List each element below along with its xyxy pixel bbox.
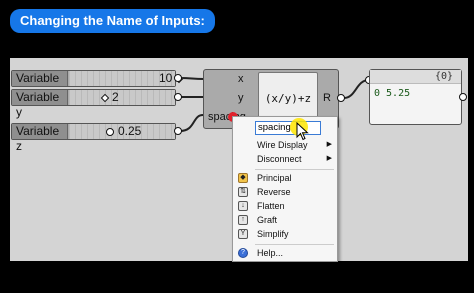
menu-item-help[interactable]: ? Help... [233, 246, 337, 260]
slider-label: Variable z [12, 124, 68, 153]
menu-item-label: Simplify [257, 229, 289, 239]
input-name-field[interactable]: spacing [255, 121, 321, 135]
slider-label: Variable y [12, 90, 68, 119]
principal-icon: ◆ [238, 173, 248, 183]
input-y[interactable]: y [238, 92, 244, 104]
menu-item-label: Flatten [257, 201, 285, 211]
menu-item-disconnect[interactable]: Disconnect ▶ [233, 152, 337, 166]
slider-variable-z[interactable]: Variable z 0.25 [11, 123, 176, 153]
output-grip-x[interactable] [174, 74, 182, 82]
menu-separator [255, 244, 334, 245]
panel-line: 0 5.25 [374, 88, 411, 99]
slider-label: Variable x [12, 71, 68, 100]
help-icon: ? [238, 248, 248, 258]
menu-item-wire-display[interactable]: Wire Display ▶ [233, 138, 337, 152]
menu-item-flatten[interactable]: ↓ Flatten [233, 199, 337, 213]
menu-item-label: Principal [257, 173, 292, 183]
menu-item-simplify[interactable]: Y Simplify [233, 227, 337, 241]
context-menu: spacing Wire Display ▶ Disconnect ▶ ◆ Pr… [232, 116, 338, 262]
output-grip-r[interactable] [337, 94, 345, 102]
output-panel[interactable]: {0} 0 5.25 [369, 69, 462, 125]
menu-item-label: Disconnect [257, 154, 302, 164]
menu-item-reverse[interactable]: ⇅ Reverse [233, 185, 337, 199]
slider-variable-x[interactable]: Variable x 10 [11, 70, 184, 100]
slider-track[interactable]: 2 [69, 90, 175, 105]
flatten-icon: ↓ [238, 201, 248, 211]
menu-item-label: Graft [257, 215, 278, 225]
slider-track[interactable]: 10 [69, 71, 184, 86]
panel-output-grip[interactable] [459, 93, 467, 101]
slider-track[interactable]: 0.25 [69, 124, 175, 139]
slider-knob-diamond-icon[interactable] [100, 93, 110, 103]
panel-header: {0} [370, 70, 461, 84]
graft-icon: ↑ [238, 215, 248, 225]
submenu-arrow-icon: ▶ [326, 155, 332, 162]
menu-item-label: Reverse [257, 187, 291, 197]
reverse-icon: ⇅ [238, 187, 248, 197]
output-r[interactable]: R [323, 92, 331, 104]
slider-variable-y[interactable]: Variable y 2 [11, 89, 176, 119]
menu-item-label: Help... [257, 248, 284, 258]
output-grip-y[interactable] [174, 93, 182, 101]
simplify-icon: Y [238, 229, 248, 239]
slider-value: 10 [159, 71, 173, 85]
mouse-cursor-icon [296, 122, 309, 141]
menu-item-principal[interactable]: ◆ Principal [233, 171, 337, 185]
input-x[interactable]: x [238, 73, 244, 85]
submenu-arrow-icon: ▶ [326, 141, 332, 148]
menu-separator [255, 169, 334, 170]
output-grip-z[interactable] [174, 127, 182, 135]
menu-item-graft[interactable]: ↑ Graft [233, 213, 337, 227]
slider-knob-circle-icon[interactable] [106, 128, 114, 136]
tutorial-title: Changing the Name of Inputs: [10, 9, 215, 33]
slider-value: 2 [112, 90, 119, 104]
slider-value: 0.25 [118, 124, 142, 138]
